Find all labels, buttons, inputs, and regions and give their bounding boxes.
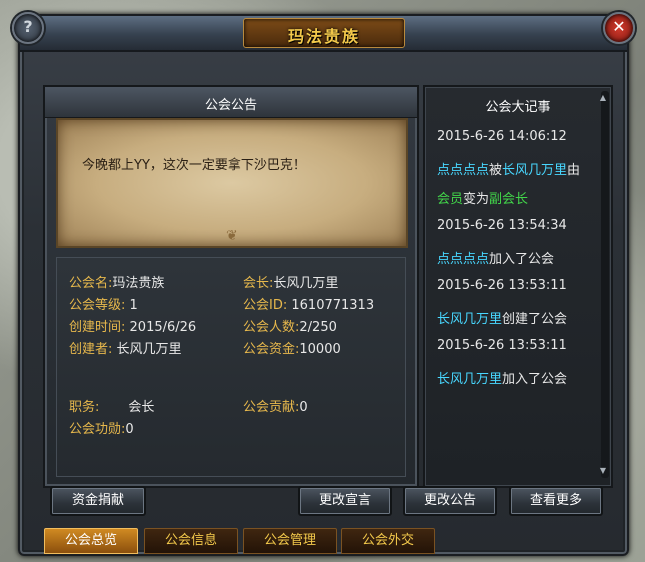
label: 创建时间: — [69, 320, 126, 335]
log-title: 公会大记事 — [485, 100, 551, 115]
info-position: 职务: 会长 — [69, 396, 154, 415]
value: 1610771313 — [291, 298, 375, 313]
log-name: 点点点点 — [437, 163, 490, 178]
info-level: 公会等级: 1 — [69, 294, 138, 313]
log-time: 2015-6-26 13:53:11 — [437, 278, 567, 293]
log-name: 长风几万里 — [502, 163, 568, 178]
label: 公会贡献: — [243, 400, 300, 415]
value: 0 — [299, 400, 308, 415]
value: 1 — [129, 298, 138, 313]
log-text: 由 — [567, 163, 581, 178]
scroll-up-icon[interactable]: ▲ — [598, 93, 608, 103]
log-role: 会员 — [437, 192, 464, 207]
donate-button[interactable]: 资金捐献 — [50, 486, 146, 516]
label: 会长: — [243, 276, 274, 291]
close-icon[interactable]: ✕ — [603, 12, 635, 44]
value: 长风几万里 — [116, 342, 182, 357]
log-text: 被 — [489, 163, 503, 178]
value: 长风几万里 — [273, 276, 339, 291]
tab-overview[interactable]: 公会总览 — [44, 528, 138, 554]
info-funds: 公会资金:10000 — [243, 338, 341, 357]
value: 2/250 — [299, 320, 337, 335]
value: 0 — [125, 422, 134, 437]
help-icon[interactable]: ? — [12, 12, 44, 44]
title-bar: 玛法贵族 — [20, 16, 627, 52]
log-entry-text: 点点点点被长风几万里由 — [437, 159, 580, 178]
event-log-panel[interactable]: 公会大记事 2015-6-26 14:06:12 点点点点被长风几万里由 会员变… — [423, 85, 613, 488]
tab-info[interactable]: 公会信息 — [144, 528, 238, 554]
log-name: 长风几万里 — [437, 312, 503, 327]
log-entry-text: 点点点点加入了公会 — [437, 248, 554, 267]
notice-title: 公会公告 — [204, 98, 257, 113]
log-role: 副会长 — [489, 192, 529, 207]
log-time: 2015-6-26 13:54:34 — [437, 218, 567, 233]
label: 公会人数: — [243, 320, 300, 335]
label: 公会功勋: — [69, 422, 126, 437]
info-created-time: 创建时间: 2015/6/26 — [69, 316, 196, 335]
edit-notice-button[interactable]: 更改公告 — [403, 486, 497, 516]
info-leader: 会长:长风几万里 — [243, 272, 338, 291]
log-text: 加入了公会 — [502, 372, 568, 387]
info-merit: 公会功勋:0 — [69, 418, 134, 437]
label: 职务: — [69, 400, 100, 415]
value: 会长 — [128, 400, 155, 415]
tab-management[interactable]: 公会管理 — [243, 528, 337, 554]
info-members: 公会人数:2/250 — [243, 316, 337, 335]
log-name: 点点点点 — [437, 252, 490, 267]
ornament-icon: ❦ — [226, 228, 238, 244]
value: 玛法贵族 — [112, 276, 165, 291]
info-creator: 创建者: 长风几万里 — [69, 338, 182, 357]
log-entry-text: 会员变为副会长 — [437, 188, 528, 207]
guild-window: 玛法贵族 ? ✕ 公会公告 今晚都上YY，这次一定要拿下沙巴克！ ❦ 公会名:玛… — [12, 12, 635, 556]
notice-text: 今晚都上YY，这次一定要拿下沙巴克！ — [82, 158, 306, 173]
log-entry-text: 长风几万里加入了公会 — [437, 368, 567, 387]
value: 10000 — [299, 342, 341, 357]
log-scrollbar[interactable]: ▲ ▼ — [598, 91, 609, 478]
value: 2015/6/26 — [129, 320, 197, 335]
notice-parchment: 今晚都上YY，这次一定要拿下沙巴克！ ❦ — [56, 118, 408, 248]
notice-header: 公会公告 — [45, 87, 417, 118]
info-guild-name: 公会名:玛法贵族 — [69, 272, 164, 291]
edit-declaration-button[interactable]: 更改宣言 — [298, 486, 392, 516]
scroll-down-icon[interactable]: ▼ — [598, 466, 608, 476]
log-text: 变为 — [463, 192, 490, 207]
label: 公会资金: — [243, 342, 300, 357]
guild-title: 玛法贵族 — [287, 27, 360, 46]
label: 公会名: — [69, 276, 113, 291]
log-text: 加入了公会 — [489, 252, 555, 267]
tab-diplomacy[interactable]: 公会外交 — [341, 528, 435, 554]
title-plate: 玛法贵族 — [243, 18, 405, 48]
log-name: 长风几万里 — [437, 372, 503, 387]
view-more-button[interactable]: 查看更多 — [509, 486, 603, 516]
overview-panel: 公会公告 今晚都上YY，这次一定要拿下沙巴克！ ❦ 公会名:玛法贵族 会长:长风… — [43, 85, 419, 488]
info-contribution: 公会贡献:0 — [243, 396, 308, 415]
log-time: 2015-6-26 13:53:11 — [437, 338, 567, 353]
label: 公会等级: — [69, 298, 126, 313]
log-entry-text: 长风几万里创建了公会 — [437, 308, 567, 327]
guild-info-panel: 公会名:玛法贵族 会长:长风几万里 公会等级: 1 公会ID: 16107713… — [56, 257, 406, 477]
info-guild-id: 公会ID: 1610771313 — [243, 294, 374, 313]
label: 公会ID: — [243, 298, 288, 313]
log-time: 2015-6-26 14:06:12 — [437, 129, 567, 144]
label: 创建者: — [69, 342, 113, 357]
log-text: 创建了公会 — [502, 312, 568, 327]
